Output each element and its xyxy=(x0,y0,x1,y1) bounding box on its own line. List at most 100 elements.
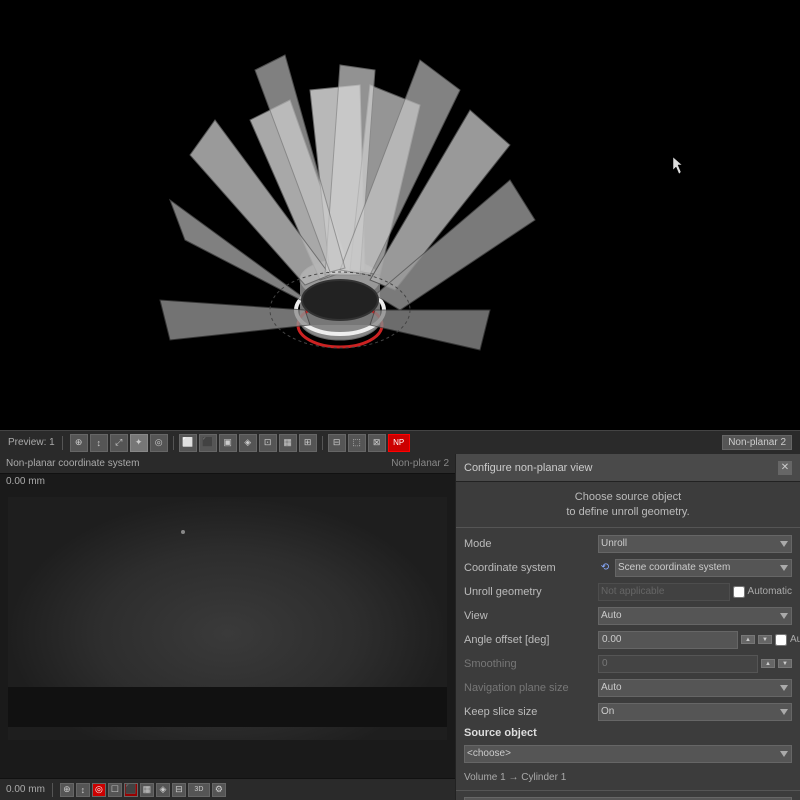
config-select-view[interactable]: Auto xyxy=(598,607,792,625)
config-row-keep-slice: Keep slice size On xyxy=(456,700,800,724)
config-control-nav-plane: Auto xyxy=(598,679,792,697)
footer-icon-3[interactable]: ◎ xyxy=(92,783,106,797)
footer-icon-4[interactable]: ☐ xyxy=(108,783,122,797)
config-checkbox-label-angle: Automatic xyxy=(790,634,800,645)
config-label-angle: Angle offset [deg] xyxy=(464,634,594,646)
toolbar-icon-8[interactable]: ▣ xyxy=(219,434,237,452)
config-label-unroll-geo: Unroll geometry xyxy=(464,586,594,598)
config-row-unroll-geo: Unroll geometry Not applicable Automatic xyxy=(456,580,800,604)
footer-icon-10[interactable]: ⚙ xyxy=(212,783,226,797)
toolbar-icons-group: ⊕ ↕ ⤢ ✦ ◎ ⬜ ⬛ ▣ ◈ ⊡ ▦ ⊞ ⊟ ⬚ ⊠ NP xyxy=(70,434,410,452)
config-checkbox-unroll-geo[interactable] xyxy=(733,586,745,598)
config-row-nav-plane: Navigation plane size Auto xyxy=(456,676,800,700)
config-form: Mode Unroll Coordinate system ⟲ Scene co… xyxy=(456,528,800,800)
config-label-mode: Mode xyxy=(464,538,594,550)
viewport-2d-svg xyxy=(8,497,447,770)
toolbar-icon-2[interactable]: ↕ xyxy=(90,434,108,452)
left-panel-header: Non-planar coordinate system Non-planar … xyxy=(0,454,455,474)
toolbar-separator-1 xyxy=(62,436,63,450)
config-prompt: Choose source object to define unroll ge… xyxy=(456,482,800,528)
config-control-mode: Unroll xyxy=(598,535,792,553)
footer-icon-1[interactable]: ⊕ xyxy=(60,783,74,797)
config-control-unroll-geo: Not applicable Automatic xyxy=(598,583,792,601)
non-planar-label: Non-planar 2 xyxy=(391,458,449,469)
config-input-angle[interactable] xyxy=(598,631,738,649)
toolbar-icon-1[interactable]: ⊕ xyxy=(70,434,88,452)
config-label-view: View xyxy=(464,610,594,622)
config-row-smoothing: Smoothing ▲ ▼ xyxy=(456,652,800,676)
config-row-choose: <choose> xyxy=(456,742,800,766)
config-row-mode: Mode Unroll xyxy=(456,532,800,556)
bottom-toolbar: Preview: 1 ⊕ ↕ ⤢ ✦ ◎ ⬜ ⬛ ▣ ◈ ⊡ ▦ ⊞ ⊟ ⬚ ⊠… xyxy=(0,430,800,454)
config-label-keep-slice: Keep slice size xyxy=(464,706,594,718)
config-row-angle: Angle offset [deg] ▲ ▼ Automatic xyxy=(456,628,800,652)
measurement-label: 0.00 mm xyxy=(0,474,455,489)
turbine-svg xyxy=(0,0,800,430)
config-select-keep-slice[interactable]: On xyxy=(598,703,792,721)
config-row-view: View Auto xyxy=(456,604,800,628)
footer-separator xyxy=(52,783,53,797)
config-prompt-line2: to define unroll geometry. xyxy=(462,505,794,520)
viewport-2d[interactable] xyxy=(8,497,447,770)
config-label-nav-plane: Navigation plane size xyxy=(464,682,594,694)
config-control-coord: ⟲ Scene coordinate system xyxy=(598,559,792,577)
toolbar-icon-6[interactable]: ⬜ xyxy=(179,434,197,452)
non-planar-badge: Non-planar 2 xyxy=(722,435,792,450)
config-control-smoothing: ▲ ▼ xyxy=(598,655,792,673)
toolbar-icon-5[interactable]: ◎ xyxy=(150,434,168,452)
toolbar-right: Non-planar 2 xyxy=(722,435,792,450)
toolbar-icon-7[interactable]: ⬛ xyxy=(199,434,217,452)
footer-icon-7[interactable]: ◈ xyxy=(156,783,170,797)
right-panel: Configure non-planar view ✕ Choose sourc… xyxy=(455,454,800,800)
config-select-mode[interactable]: Unroll xyxy=(598,535,792,553)
toolbar-icon-9[interactable]: ◈ xyxy=(239,434,257,452)
toolbar-icon-11[interactable]: ▦ xyxy=(279,434,297,452)
config-checkbox-label-unroll-geo: Automatic xyxy=(748,586,792,597)
config-panel-title: Configure non-planar view xyxy=(464,462,592,474)
config-spin-down-angle[interactable]: ▼ xyxy=(758,635,772,644)
footer-icon-8[interactable]: ⊟ xyxy=(172,783,186,797)
toolbar-icon-15[interactable]: ⊠ xyxy=(368,434,386,452)
config-spin-up-angle[interactable]: ▲ xyxy=(741,635,755,644)
footer-icon-9[interactable]: 3D xyxy=(188,783,210,797)
footer-icon-2[interactable]: ↕ xyxy=(76,783,90,797)
footer-icons: ⊕ ↕ ◎ ☐ ⬛ ▦ ◈ ⊟ 3D ⚙ xyxy=(60,783,226,797)
config-header: Configure non-planar view ✕ xyxy=(456,454,800,482)
footer-measurement: 0.00 mm xyxy=(6,784,45,795)
config-close-button[interactable]: ✕ xyxy=(778,461,792,475)
config-checkbox-angle[interactable] xyxy=(775,634,787,646)
config-prompt-line1: Choose source object xyxy=(462,490,794,505)
config-spin-up-smooth[interactable]: ▲ xyxy=(761,659,775,668)
unroll-section: Unroll xyxy=(456,790,800,800)
config-volume-label: Volume 1 → Cylinder 1 xyxy=(464,772,566,783)
viewport-2d-bg xyxy=(8,497,447,770)
coord-system-label: Non-planar coordinate system xyxy=(6,458,139,469)
viewport-3d[interactable] xyxy=(0,0,800,430)
toolbar-icon-4[interactable]: ✦ xyxy=(130,434,148,452)
config-select-choose[interactable]: <choose> xyxy=(464,745,792,763)
config-row-volume: Volume 1 → Cylinder 1 xyxy=(456,766,800,790)
footer-icon-5[interactable]: ⬛ xyxy=(124,783,138,797)
config-control-angle: ▲ ▼ Automatic xyxy=(598,631,800,649)
toolbar-separator-2 xyxy=(173,436,174,450)
config-spin-down-smooth[interactable]: ▼ xyxy=(778,659,792,668)
config-select-unroll-geo[interactable]: Not applicable xyxy=(598,583,730,601)
config-control-view: Auto xyxy=(598,607,792,625)
config-input-smoothing[interactable] xyxy=(598,655,758,673)
config-control-keep-slice: On xyxy=(598,703,792,721)
lower-section: Non-planar coordinate system Non-planar … xyxy=(0,454,800,800)
left-panel-footer: 0.00 mm ⊕ ↕ ◎ ☐ ⬛ ▦ ◈ ⊟ 3D ⚙ xyxy=(0,778,455,800)
toolbar-icon-10[interactable]: ⊡ xyxy=(259,434,277,452)
toolbar-icon-3[interactable]: ⤢ xyxy=(110,434,128,452)
toolbar-icon-np[interactable]: NP xyxy=(388,434,410,452)
config-section-source: Source object xyxy=(456,724,800,742)
footer-icon-6[interactable]: ▦ xyxy=(140,783,154,797)
toolbar-icon-14[interactable]: ⬚ xyxy=(348,434,366,452)
config-select-nav-plane[interactable]: Auto xyxy=(598,679,792,697)
preview-label: Preview: 1 xyxy=(8,437,55,448)
config-select-coord[interactable]: Scene coordinate system xyxy=(615,559,792,577)
config-control-choose: <choose> xyxy=(464,745,792,763)
toolbar-icon-13[interactable]: ⊟ xyxy=(328,434,346,452)
toolbar-icon-12[interactable]: ⊞ xyxy=(299,434,317,452)
toolbar-separator-3 xyxy=(322,436,323,450)
